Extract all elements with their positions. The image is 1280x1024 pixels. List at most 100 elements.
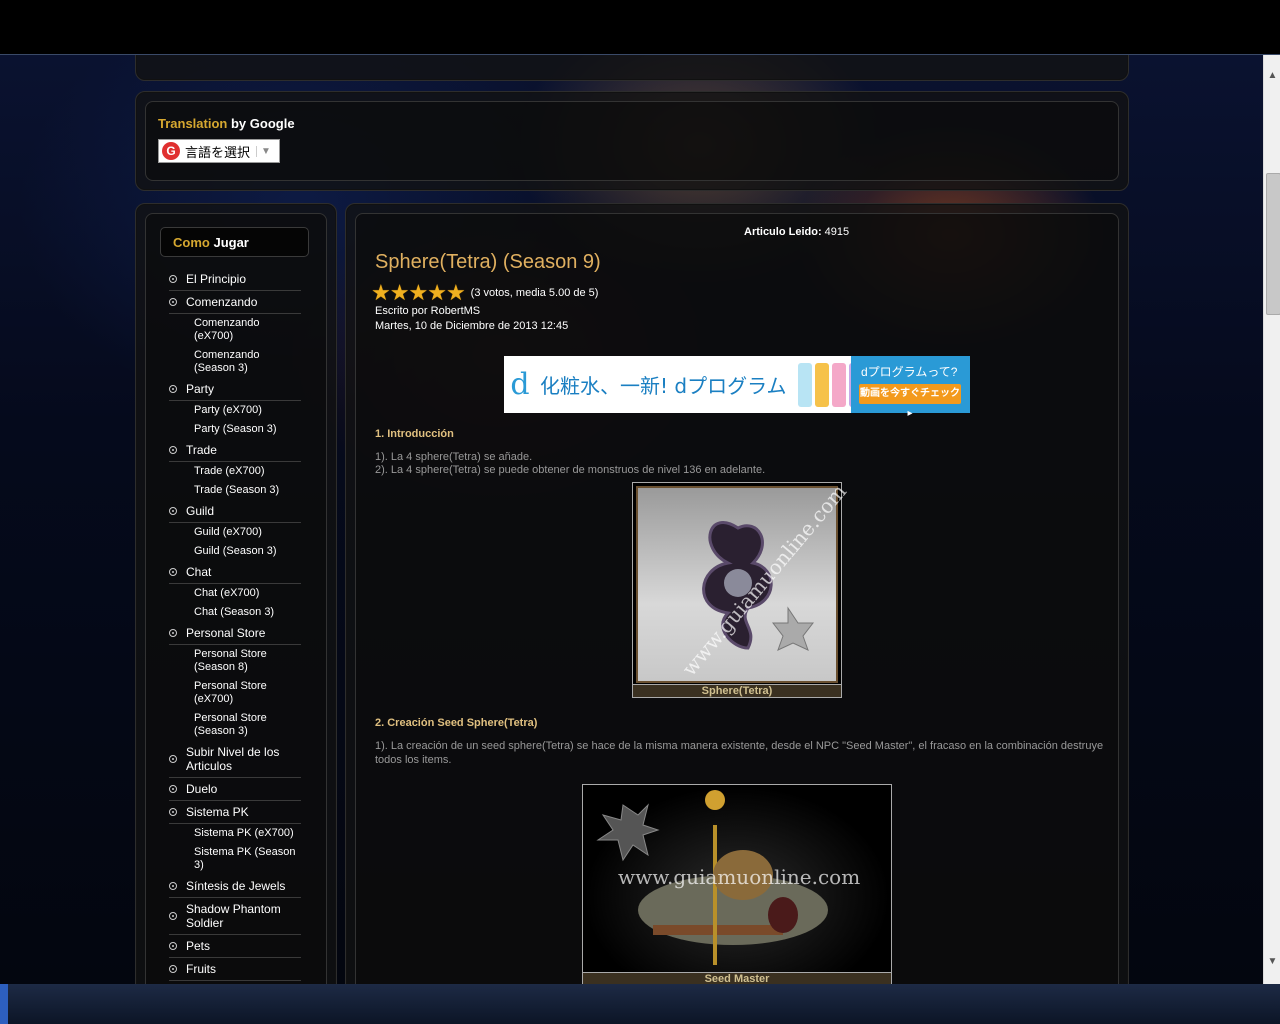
sidebar-item-label: Trade [186, 443, 217, 457]
ad-banner[interactable]: d 化粧水、一新! dプログラム dプログラムって? 動画を今すぐチェック▸ [504, 356, 970, 419]
sidebar-item-label: Subir Nivel de los Articulos [186, 745, 280, 773]
watermark: www.guiamuonline.com [618, 865, 861, 889]
star-icon[interactable]: ★ [390, 282, 410, 304]
ad-bottle [798, 362, 813, 407]
sidebar-item-label: Pets [186, 939, 211, 953]
sidebar-title-b: Jugar [213, 235, 249, 250]
sidebar-subitem[interactable]: Sistema PK (eX700) [169, 824, 301, 843]
header-banner-panel [135, 55, 1129, 81]
bullet-icon [169, 298, 177, 306]
article-read-counter: Articulo Leido: 4915 [744, 226, 849, 238]
sidebar-item[interactable]: Shadow Phantom Soldier [169, 898, 301, 935]
bullet-icon [169, 785, 177, 793]
bullet-icon [169, 446, 177, 454]
sidebar-subitem[interactable]: Sistema PK (Season 3) [169, 843, 301, 875]
seed-master-image: www.guiamuonline.com [583, 785, 891, 972]
section-intro-line: 2). La 4 sphere(Tetra) se puede obtener … [375, 464, 766, 476]
sidebar-item[interactable]: Personal Store [169, 622, 301, 645]
google-translate-icon: G [162, 142, 180, 160]
star-icon[interactable]: ★ [371, 282, 391, 304]
sidebar-item-label: Sistema PK [186, 805, 249, 819]
translation-panel-inner [145, 101, 1119, 181]
bullet-icon [169, 568, 177, 576]
sidebar-item[interactable]: Sistema PK [169, 801, 301, 824]
sidebar-subitem[interactable]: Chat (eX700) [169, 584, 301, 603]
article-read-label: Articulo Leido: [744, 226, 822, 238]
star-icon[interactable]: ★ [446, 282, 466, 304]
sidebar-title-a: Como [173, 235, 210, 250]
scroll-up-icon[interactable]: ▲ [1264, 67, 1280, 84]
sidebar-item[interactable]: Chat [169, 561, 301, 584]
taskbar [0, 984, 1280, 1024]
sidebar-item-label: Guild [186, 504, 215, 518]
sidebar-item-label: El Principio [186, 272, 247, 286]
article-date: Martes, 10 de Diciembre de 2013 12:45 [375, 320, 569, 332]
sidebar-item-label: Síntesis de Jewels [186, 879, 286, 893]
ad-bottle [832, 362, 847, 407]
chevron-down-icon: ▼ [256, 145, 271, 157]
sidebar-item[interactable]: Comenzando [169, 291, 301, 314]
bullet-icon [169, 965, 177, 973]
article-author: Escrito por RobertMS [375, 305, 481, 317]
sidebar-item-label: Duelo [186, 782, 218, 796]
section-intro-line: 1). La 4 sphere(Tetra) se añade. [375, 451, 533, 463]
sidebar-subitem[interactable]: Party (eX700) [169, 401, 301, 420]
translation-panel [135, 91, 1129, 191]
scroll-down-icon[interactable]: ▼ [1264, 953, 1280, 970]
translation-by: by Google [230, 116, 295, 131]
sidebar-item-label: Personal Store [186, 626, 266, 640]
sidebar-item[interactable]: El Principio [169, 268, 301, 291]
scrollbar-thumb[interactable] [1266, 173, 1280, 315]
star-icon[interactable]: ★ [427, 282, 447, 304]
translation-brand: Translation [158, 116, 228, 131]
sidebar-subitem[interactable]: Personal Store (Season 8) [169, 645, 301, 677]
bullet-icon [169, 912, 177, 920]
bullet-icon [169, 755, 177, 763]
taskbar-start-edge[interactable] [0, 984, 8, 1024]
sidebar-subitem[interactable]: Chat (Season 3) [169, 603, 301, 622]
sidebar-subitem[interactable]: Guild (Season 3) [169, 542, 301, 561]
sidebar-subitem[interactable]: Party (Season 3) [169, 420, 301, 439]
browser-top-bar [0, 0, 1280, 55]
sidebar-item-label: Party [186, 382, 215, 396]
rating: ★ ★ ★ ★ ★ (3 votos, media 5.00 de 5) [371, 282, 598, 304]
sidebar-subitem[interactable]: Trade (eX700) [169, 462, 301, 481]
sidebar-item[interactable]: Subir Nivel de los Articulos [169, 741, 301, 778]
sidebar-subitem[interactable]: Guild (eX700) [169, 523, 301, 542]
sidebar-subitem[interactable]: Comenzando (eX700) [169, 314, 301, 346]
sidebar-subitem[interactable]: Personal Store (Season 3) [169, 709, 301, 741]
ad-cta-button[interactable]: 動画を今すぐチェック▸ [859, 384, 961, 419]
sidebar-item[interactable]: Party [169, 378, 301, 401]
sidebar-item-label: Comenzando [186, 295, 258, 309]
sidebar-item[interactable]: Duelo [169, 778, 301, 801]
sidebar-subitem[interactable]: Comenzando (Season 3) [169, 346, 301, 378]
article-title[interactable]: Sphere(Tetra) (Season 9) [375, 251, 601, 274]
figure-sphere-tetra: www.guiamuonline.com Sphere(Tetra) [632, 480, 851, 698]
sidebar-subitem[interactable]: Trade (Season 3) [169, 481, 301, 500]
figure-caption: Sphere(Tetra) [633, 684, 841, 697]
bullet-icon [169, 882, 177, 890]
ad-cta-panel[interactable]: dプログラムって? 動画を今すぐチェック▸ [851, 356, 970, 419]
sidebar-item[interactable]: Fruits [169, 958, 301, 981]
sidebar-item[interactable]: Guild [169, 500, 301, 523]
bullet-icon [169, 385, 177, 393]
ad-text: 化粧水、一新! dプログラム [540, 374, 787, 398]
star-icon[interactable]: ★ [408, 282, 428, 304]
sidebar-item[interactable]: Síntesis de Jewels [169, 875, 301, 898]
bullet-icon [169, 808, 177, 816]
ad-cta-title: dプログラムって? [861, 365, 958, 379]
sidebar-subitem[interactable]: Personal Store (eX700) [169, 677, 301, 709]
sidebar-item[interactable]: Pets [169, 935, 301, 958]
page-scrollbar[interactable]: ▲ ▼ [1263, 55, 1280, 984]
section-heading-creation: 2. Creación Seed Sphere(Tetra) [375, 717, 538, 729]
sidebar-title: Como Jugar [160, 227, 309, 257]
sidebar-item[interactable]: Trade [169, 439, 301, 462]
sidebar-item-label: Chat [186, 565, 212, 579]
sphere-tetra-image: www.guiamuonline.com [636, 480, 851, 683]
translation-title: Translation by Google [158, 116, 295, 131]
sidebar-item-label: Fruits [186, 962, 216, 976]
language-select-label: 言語を選択 [185, 144, 251, 160]
language-select[interactable]: G 言語を選択 ▼ [158, 139, 280, 163]
rating-votes: (3 votos, media 5.00 de 5) [470, 287, 599, 299]
section-heading-intro: 1. Introducción [375, 428, 454, 440]
